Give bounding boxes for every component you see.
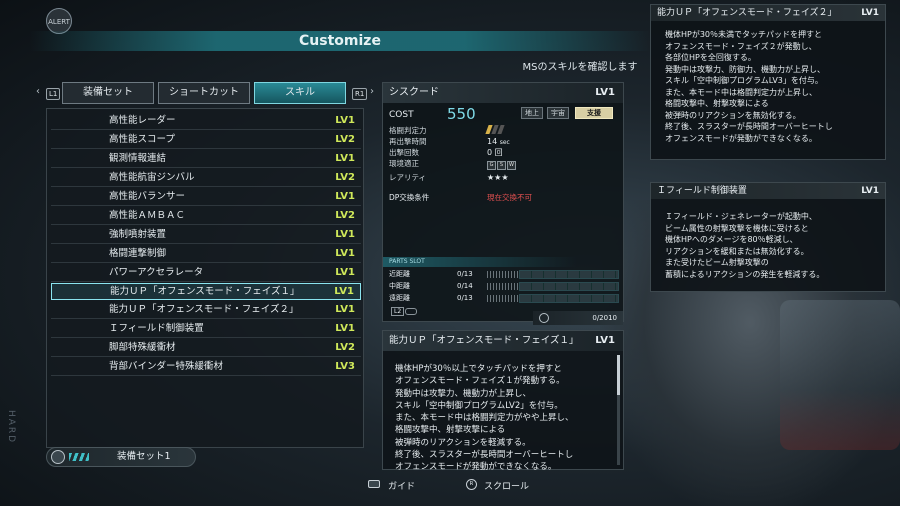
scroll-hint[interactable]: スクロール — [484, 479, 529, 492]
skill-info-text: Ｉフィールド・ジェネレーターが起動中、 ビーム属性の射撃攻撃を機体に受けると 機… — [665, 212, 825, 279]
stat-environment: 環境適正 GSW — [383, 158, 623, 172]
l1-button-hint[interactable]: L1 — [46, 88, 61, 100]
dp-exchange-row: DP交換条件 現在交換不可 — [389, 193, 532, 202]
skill-info-ifield: Ｉフィールド制御装置 LV1 Ｉフィールド・ジェネレーターが起動中、 ビーム属性の… — [650, 182, 886, 292]
stat-respawn: 再出撃時間 14 sec — [389, 137, 510, 146]
equip-set-label: 装備セット1 — [117, 451, 171, 462]
guide-hint[interactable]: ガイド — [388, 479, 415, 492]
skill-info-phase2: 能力ＵＰ「オフェンスモード・フェイズ２」 LV1 機体HPが30％未満でタッチパッ… — [650, 4, 886, 160]
parts-slot-long: 遠距離 0/13 — [383, 293, 625, 304]
list-item[interactable]: 高性能レーダー LV1 — [51, 113, 361, 130]
right-stick-icon[interactable]: R — [466, 479, 477, 490]
background-mech-detail — [780, 300, 900, 450]
description-scrollbar[interactable] — [617, 355, 620, 465]
stat-melee: 格闘判定力 — [383, 125, 623, 136]
terrain-space: 宇宙 — [547, 107, 569, 119]
list-item[interactable]: 高性能スコープ LV2 — [51, 132, 361, 149]
parts-slot-short: 近距離 0/13 — [383, 269, 625, 280]
chevron-right-icon[interactable]: › — [370, 86, 374, 97]
cost-label: COST — [389, 110, 414, 120]
r1-button-hint[interactable]: R1 — [352, 88, 368, 100]
equip-set-indicator[interactable]: 装備セット1 — [46, 447, 196, 467]
list-item[interactable]: 格闘連撃制御 LV1 — [51, 246, 361, 263]
tab-shortcut[interactable]: ショートカット — [158, 82, 250, 104]
tab-bar: 装備セット ショートカット スキル — [62, 82, 346, 104]
ms-level: LV1 — [595, 87, 615, 98]
list-item[interactable]: 観測情報連結 LV1 — [51, 151, 361, 168]
list-item[interactable]: 能力ＵＰ「オフェンスモード・フェイズ２」 LV1 — [51, 302, 361, 319]
stat-sortie-count: 出撃回数 0 回 — [389, 148, 503, 157]
list-item-selected[interactable]: 能力ＵＰ「オフェンスモード・フェイズ１」 LV1 — [51, 283, 361, 300]
l2-toggle-icon[interactable] — [405, 308, 417, 315]
stat-rarity: レアリティ ★★★ — [389, 173, 509, 182]
tab-equip-set[interactable]: 装備セット — [62, 82, 154, 104]
difficulty-label: HARD — [6, 410, 16, 445]
dp-total: 0/2010 — [533, 311, 623, 325]
list-item[interactable]: 高性能バランサー LV1 — [51, 189, 361, 206]
list-item[interactable]: Ｉフィールド制御装置 LV1 — [51, 321, 361, 338]
ms-name: シスクード — [389, 87, 439, 98]
list-item[interactable]: 背部バインダー特殊緩衝材 LV3 — [51, 359, 361, 376]
cost-row: COST 550 地上 宇宙 支援 — [383, 103, 623, 125]
terrain-ground: 地上 — [521, 107, 543, 119]
list-item[interactable]: 強制噴射装置 LV1 — [51, 227, 361, 244]
touchpad-icon — [51, 450, 65, 464]
ms-detail-panel: シスクード LV1 COST 550 地上 宇宙 支援 格闘判定力 再出撃時間 … — [382, 82, 625, 325]
env-ground-icon: G — [487, 161, 496, 170]
skill-description-text: 機体HPが30％以上でタッチパッドを押すと オフェンスモード・フェイズ１が発動す… — [395, 364, 574, 473]
dp-icon — [539, 313, 549, 323]
skill-description-panel: 能力ＵＰ「オフェンスモード・フェイズ１」 LV1 機体HPが30％以上でタッチパ… — [382, 330, 624, 472]
parts-slot-mid: 中距離 0/14 — [383, 281, 625, 292]
skill-description-title: 能力ＵＰ「オフェンスモード・フェイズ１」 LV1 — [383, 331, 623, 351]
chevron-left-icon[interactable]: ‹ — [36, 86, 40, 97]
page-title: Customize — [30, 31, 650, 51]
skill-info-title: 能力ＵＰ「オフェンスモード・フェイズ２」 LV1 — [651, 5, 885, 21]
skill-info-title: Ｉフィールド制御装置 LV1 — [651, 183, 885, 199]
terrain-support: 支援 — [575, 107, 613, 119]
cost-value: 550 — [447, 105, 476, 123]
tab-skill[interactable]: スキル — [254, 82, 346, 104]
footer-hints: ガイド R スクロール — [0, 479, 900, 493]
env-water-icon: W — [507, 161, 516, 170]
parts-slot-header: PARTS SLOT — [383, 257, 625, 267]
skill-info-text: 機体HPが30％未満でタッチパッドを押すと オフェンスモード・フェイズ２が発動し… — [665, 30, 833, 143]
list-item[interactable]: 脚部特殊緩衝材 LV2 — [51, 340, 361, 357]
l2-button-hint[interactable]: L2 — [391, 307, 405, 316]
list-item[interactable]: パワーアクセラレータ LV1 — [51, 265, 361, 282]
list-item[interactable]: 高性能航宙ジンバル LV2 — [51, 170, 361, 187]
touchpad-icon[interactable] — [368, 480, 380, 488]
stripe-icon — [69, 453, 89, 461]
env-space-icon: S — [497, 161, 506, 170]
ms-name-header: シスクード LV1 — [383, 83, 623, 103]
list-item[interactable]: 高性能ＡＭＢＡＣ LV2 — [51, 208, 361, 225]
skill-list: 高性能レーダー LV1 高性能スコープ LV2 観測情報連結 LV1 高性能航宙ジンバ… — [46, 108, 364, 448]
